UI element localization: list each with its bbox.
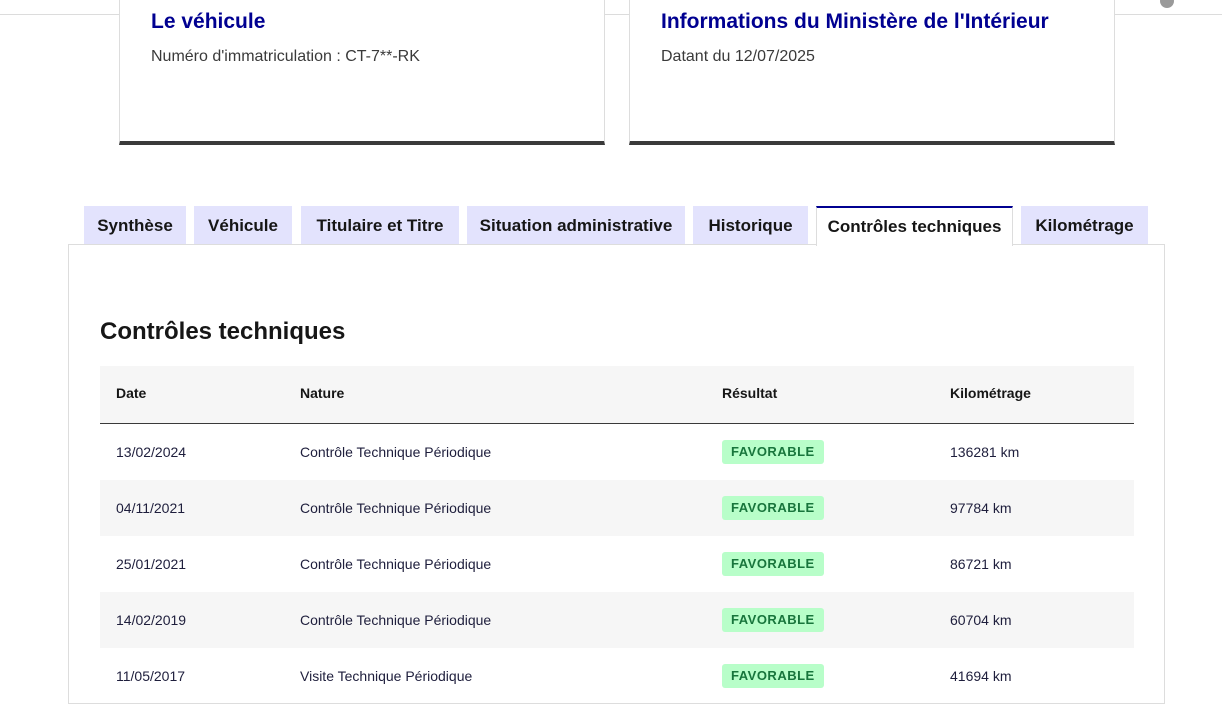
result-badge: FAVORABLE <box>722 552 824 576</box>
cell-date: 25/01/2021 <box>116 556 187 572</box>
header-date: Date <box>116 385 147 401</box>
tab-vehicule[interactable]: Véhicule <box>194 206 292 245</box>
vehicle-card: Le véhicule Numéro d'immatriculation : C… <box>119 0 605 145</box>
cell-date: 13/02/2024 <box>116 444 187 460</box>
cell-nature: Contrôle Technique Périodique <box>300 500 492 516</box>
result-badge: FAVORABLE <box>722 496 824 520</box>
cell-mileage: 60704 km <box>950 612 1012 628</box>
table-row: 13/02/2024 Contrôle Technique Périodique… <box>100 424 1134 480</box>
cell-mileage: 41694 km <box>950 668 1012 684</box>
cell-date: 04/11/2021 <box>116 500 186 516</box>
tab-titulaire-et-titre[interactable]: Titulaire et Titre <box>301 206 459 245</box>
result-badge: FAVORABLE <box>722 664 824 688</box>
section-title: Contrôles techniques <box>100 318 346 345</box>
controls-table: Date Nature Résultat Kilométrage 13/02/2… <box>100 366 1134 704</box>
result-badge: FAVORABLE <box>722 608 824 632</box>
ministry-card-title: Informations du Ministère de l'Intérieur <box>661 10 1049 33</box>
cell-nature: Contrôle Technique Périodique <box>300 556 492 572</box>
tab-synthese[interactable]: Synthèse <box>84 206 186 245</box>
cell-mileage: 136281 km <box>950 444 1020 460</box>
table-row: 25/01/2021 Contrôle Technique Périodique… <box>100 536 1134 592</box>
tab-historique[interactable]: Historique <box>693 206 808 245</box>
tab-kilometrage[interactable]: Kilométrage <box>1021 206 1148 245</box>
cell-date: 11/05/2017 <box>116 668 186 684</box>
profile-icon[interactable] <box>1160 0 1174 8</box>
ministry-card: Informations du Ministère de l'Intérieur… <box>629 0 1115 145</box>
cell-mileage: 97784 km <box>950 500 1012 516</box>
header-mileage: Kilométrage <box>950 385 1031 401</box>
cell-nature: Visite Technique Périodique <box>300 668 473 684</box>
cell-nature: Contrôle Technique Périodique <box>300 612 492 628</box>
table-row: 11/05/2017 Visite Technique Périodique F… <box>100 648 1134 704</box>
table-row: 14/02/2019 Contrôle Technique Périodique… <box>100 592 1134 648</box>
tab-controles-techniques[interactable]: Contrôles techniques <box>816 206 1013 246</box>
header-nature: Nature <box>300 385 345 401</box>
tab-situation-administrative[interactable]: Situation administrative <box>467 206 685 245</box>
cell-date: 14/02/2019 <box>116 612 187 628</box>
registration-number: Numéro d'immatriculation : CT-7**-RK <box>151 48 420 65</box>
header-result: Résultat <box>722 385 778 401</box>
result-badge: FAVORABLE <box>722 440 824 464</box>
cell-mileage: 86721 km <box>950 556 1012 572</box>
cell-nature: Contrôle Technique Périodique <box>300 444 492 460</box>
vehicle-card-title: Le véhicule <box>151 10 266 33</box>
table-header: Date Nature Résultat Kilométrage <box>100 366 1134 424</box>
ministry-date: Datant du 12/07/2025 <box>661 48 815 65</box>
table-row: 04/11/2021 Contrôle Technique Périodique… <box>100 480 1134 536</box>
